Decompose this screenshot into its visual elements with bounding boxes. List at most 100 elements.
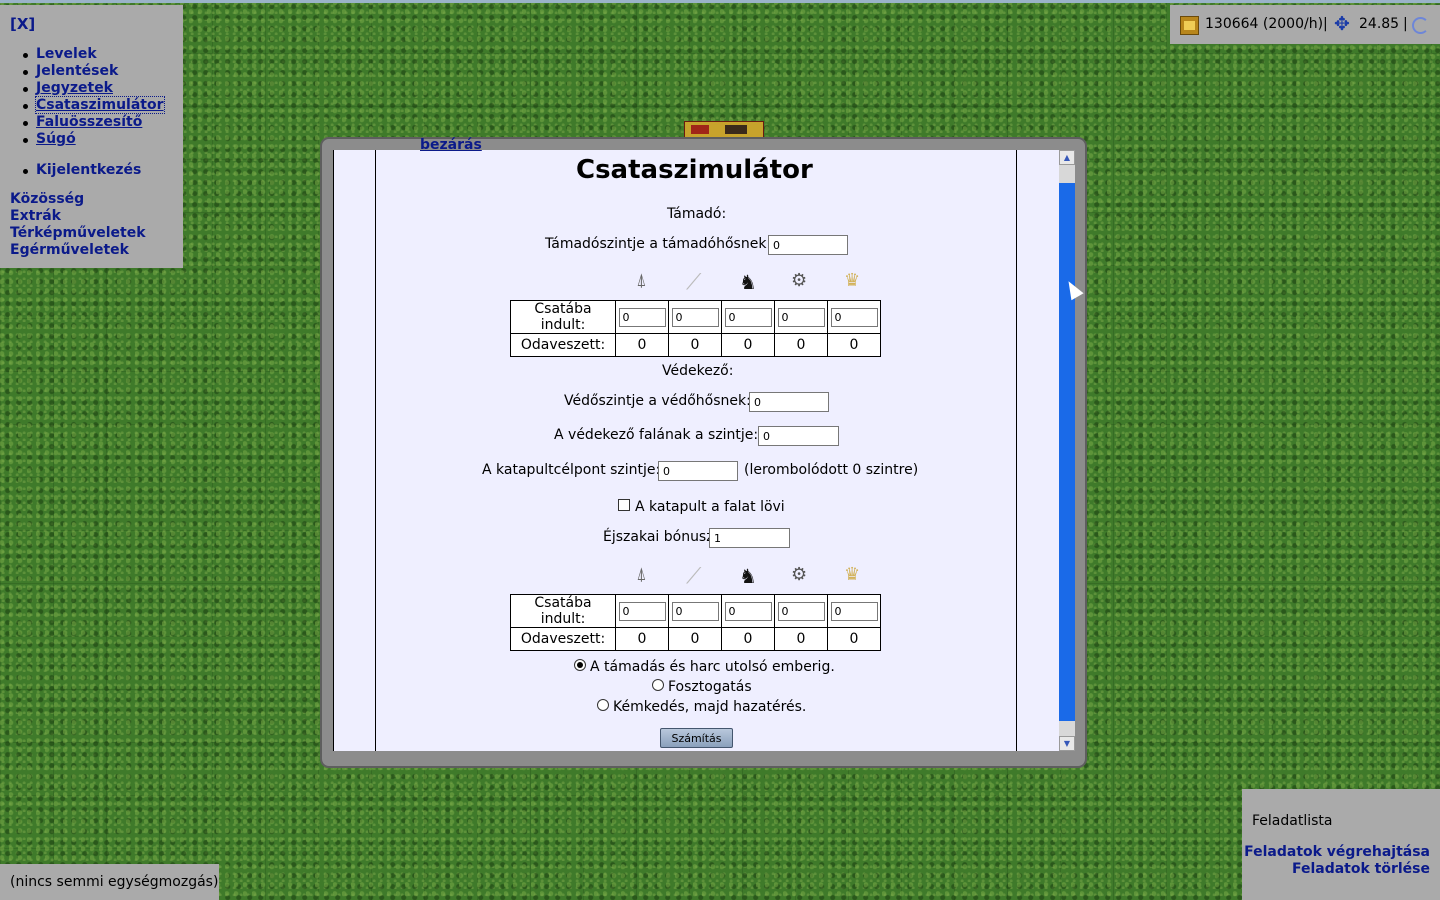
crown-icon: ♛	[844, 564, 861, 585]
dialog-close-link[interactable]: bezárás	[420, 137, 482, 153]
defender-sent-input[interactable]	[830, 601, 878, 621]
night-bonus-input[interactable]	[709, 528, 790, 548]
table-row: Csatába indult:	[510, 300, 881, 334]
attacker-lost-value: 0	[721, 333, 775, 357]
calculate-button[interactable]: Számítás	[660, 728, 733, 748]
attacker-units-table: Csatába indult: Odaveszett: 0 0 0 0 0	[510, 300, 881, 357]
table-row: Odaveszett: 0 0 0 0 0	[510, 333, 881, 357]
dialog-title: Csataszimulátor	[576, 155, 813, 185]
wall-level-input[interactable]	[758, 426, 839, 446]
defender-hero-level-input[interactable]	[749, 392, 829, 412]
defender-heading: Védekező:	[662, 363, 734, 379]
defender-lost-value: 0	[827, 627, 881, 651]
attacker-sent-input[interactable]	[671, 307, 719, 327]
catapult-result-note: (lerombolódott 0 szintre)	[744, 462, 919, 478]
attacker-sent-input[interactable]	[830, 307, 878, 327]
mode-label-raid: Fosztogatás	[668, 679, 752, 695]
horse-icon: ♞	[739, 270, 757, 294]
refresh-icon[interactable]	[1412, 17, 1429, 34]
attacker-sent-input[interactable]	[777, 307, 825, 327]
menu-close-link[interactable]: [X]	[10, 15, 35, 33]
night-bonus-label: Éjszakai bónusz	[603, 529, 714, 545]
menu-item-logout[interactable]: Kijelentkezés	[22, 162, 141, 179]
scroll-up-arrow-icon[interactable]: ▲	[1059, 150, 1075, 165]
menu-item-jegyzetek[interactable]: Jegyzetek	[23, 80, 164, 97]
catapult-icon: ⚙	[791, 270, 808, 291]
menu-item-levelek[interactable]: Levelek	[23, 46, 164, 63]
mode-radio-raid[interactable]	[652, 679, 664, 691]
attacker-lost-value: 0	[615, 333, 669, 357]
defender-sent-input[interactable]	[618, 601, 666, 621]
row-label: Odaveszett:	[510, 333, 616, 357]
menu-extra-kozosseg[interactable]: Közösség	[10, 191, 146, 208]
attacker-heading: Támadó:	[667, 206, 727, 222]
defender-lost-value: 0	[668, 627, 722, 651]
unit-movement-status: (nincs semmi egységmozgás)	[0, 864, 219, 900]
menu-item-sugo[interactable]: Súgó	[23, 131, 164, 148]
mode-radio-full-attack[interactable]	[574, 659, 586, 671]
row-label: Csatába indult:	[510, 594, 616, 628]
menu-list: Levelek Jelentések Jegyzetek Csataszimul…	[23, 46, 165, 148]
status-text: (nincs semmi egységmozgás)	[10, 874, 219, 890]
menu-logout-list: Kijelentkezés	[22, 162, 141, 179]
separator: |	[1323, 16, 1328, 32]
attacker-hero-level-input[interactable]	[768, 235, 848, 255]
table-row: Odaveszett: 0 0 0 0 0	[510, 627, 881, 651]
sword-icon: ⟋	[686, 564, 702, 589]
table-row: Csatába indult:	[510, 594, 881, 628]
separator: |	[1403, 16, 1408, 32]
scroll-down-arrow-icon[interactable]: ▼	[1059, 736, 1075, 751]
attacker-sent-input[interactable]	[724, 307, 772, 327]
menu-extra-extrak[interactable]: Extrák	[10, 208, 146, 225]
side-menu: [X] Levelek Jelentések Jegyzetek Csatasz…	[0, 5, 183, 268]
catapult-wall-label: A katapult a falat lövi	[635, 499, 785, 515]
mode-radio-scout[interactable]	[597, 699, 609, 711]
defender-sent-input[interactable]	[777, 601, 825, 621]
catapult-icon: ⚙	[791, 564, 808, 585]
attacker-sent-input[interactable]	[618, 307, 666, 327]
menu-item-csataszimulator[interactable]: Csataszimulátor	[23, 96, 165, 114]
horse-icon: ♞	[739, 564, 757, 588]
attacker-hero-label: Támadószintje a támadóhősnek:	[545, 236, 772, 252]
scroll-thumb[interactable]	[1059, 183, 1075, 721]
right-column-border	[1016, 150, 1059, 751]
task-list-title: Feladatlista	[1252, 813, 1333, 829]
sword-icon: ⟋	[686, 270, 702, 295]
defender-lost-value: 0	[721, 627, 775, 651]
catapult-target-label: A katapultcélpont szintje:	[482, 462, 661, 478]
task-list-panel: Feladatlista Feladatok végrehajtása Fela…	[1242, 789, 1440, 900]
defender-sent-input[interactable]	[724, 601, 772, 621]
dialog-scrollbar[interactable]: ▲ ▼	[1059, 150, 1075, 751]
clear-tasks-link[interactable]: Feladatok törlése	[1292, 861, 1430, 877]
defender-lost-value: 0	[774, 627, 828, 651]
wall-level-label: A védekező falának a szintje:	[554, 427, 759, 443]
attacker-lost-value: 0	[827, 333, 881, 357]
catapult-wall-checkbox[interactable]	[618, 499, 630, 511]
crown-icon: ♛	[844, 270, 861, 291]
menu-item-jelentesek[interactable]: Jelentések	[23, 63, 164, 80]
village-sprite[interactable]	[684, 121, 764, 138]
defender-hero-label: Védőszintje a védőhősnek:	[564, 393, 751, 409]
run-tasks-link[interactable]: Feladatok végrehajtása	[1244, 844, 1430, 860]
gold-chest-icon	[1180, 16, 1199, 35]
mode-label-scout: Kémkedés, majd hazatérés.	[613, 699, 807, 715]
mode-label-full-attack: A támadás és harc utolsó emberig.	[590, 659, 835, 675]
row-label: Odaveszett:	[510, 627, 616, 651]
gold-amount: 130664 (2000/h)	[1205, 16, 1324, 32]
attacker-lost-value: 0	[774, 333, 828, 357]
catapult-target-input[interactable]	[658, 461, 738, 481]
top-border	[0, 0, 1440, 3]
menu-item-faluosszesito[interactable]: Faluösszesítő	[23, 114, 164, 131]
menu-extra-terkepmuveletek[interactable]: Térképműveletek	[10, 225, 146, 242]
defender-lost-value: 0	[615, 627, 669, 651]
defender-sent-input[interactable]	[671, 601, 719, 621]
row-label: Csatába indult:	[510, 300, 616, 334]
points-value: 24.85	[1359, 16, 1400, 32]
spear-icon: ⍋	[636, 270, 647, 291]
resource-bar: 130664 (2000/h) | ✥ 24.85 |	[1170, 5, 1440, 44]
attacker-lost-value: 0	[668, 333, 722, 357]
compass-star-icon: ✥	[1334, 13, 1350, 35]
defender-units-table: Csatába indult: Odaveszett: 0 0 0 0 0	[510, 594, 881, 651]
menu-extra-egermuveletek[interactable]: Egérműveletek	[10, 242, 146, 259]
left-column-border	[333, 150, 376, 751]
